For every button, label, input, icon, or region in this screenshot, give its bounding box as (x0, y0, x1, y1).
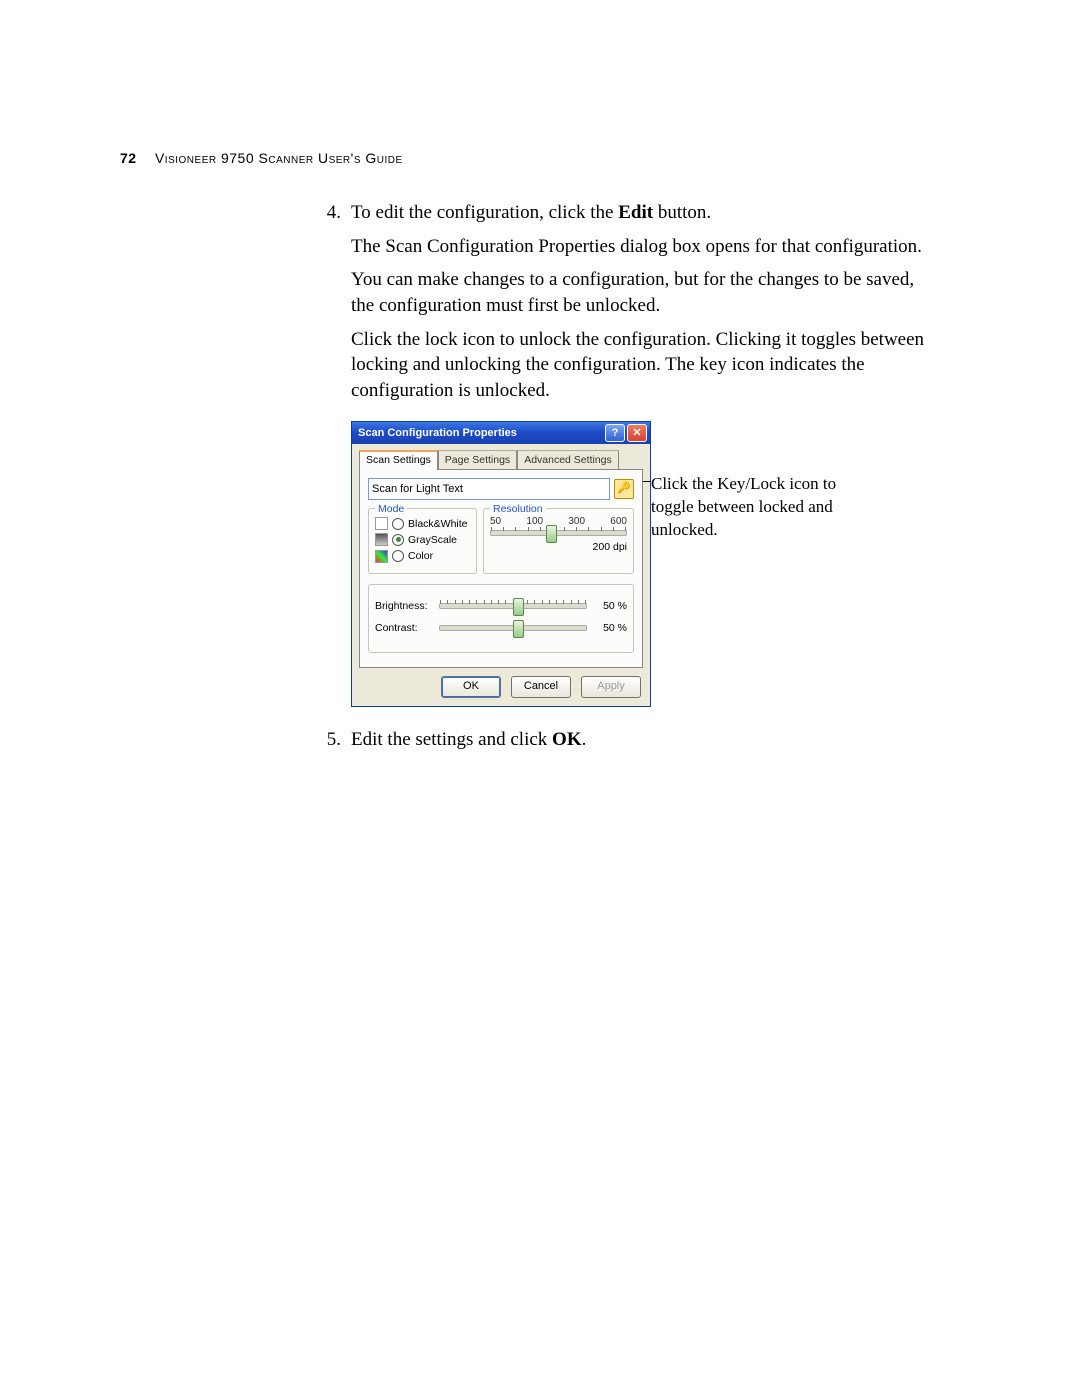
step-4-para3: You can make changes to a configuration,… (351, 267, 935, 318)
radio-icon (392, 534, 404, 546)
close-button[interactable]: ✕ (627, 424, 647, 442)
contrast-thumb[interactable] (513, 620, 524, 638)
radio-icon (392, 550, 404, 562)
tab-bar: Scan Settings Page Settings Advanced Set… (359, 450, 643, 469)
resolution-group: Resolution 50 100 300 600 (483, 508, 634, 575)
radio-icon (392, 518, 404, 530)
contrast-value: 50 % (593, 621, 627, 635)
callout-text: Click the Key/Lock icon to toggle betwee… (651, 474, 836, 539)
brightness-contrast-group: Brightness: 50 % (368, 584, 634, 652)
step-4-para4: Click the lock icon to unlock the config… (351, 327, 935, 404)
resolution-thumb[interactable] (546, 525, 557, 543)
grayscale-icon (375, 533, 388, 546)
dialog-title: Scan Configuration Properties (358, 426, 603, 441)
tab-advanced-settings[interactable]: Advanced Settings (517, 450, 619, 469)
resolution-slider[interactable] (490, 530, 627, 536)
mode-bw-option[interactable]: Black&White (375, 517, 470, 531)
apply-button: Apply (581, 676, 641, 698)
lock-callout: Click the Key/Lock icon to toggle betwee… (651, 421, 841, 542)
ok-button[interactable]: OK (441, 676, 501, 698)
mode-grayscale-option[interactable]: GrayScale (375, 533, 470, 547)
step-4-para2: The Scan Configuration Properties dialog… (351, 234, 935, 260)
help-icon: ? (612, 426, 619, 441)
resolution-value: 200 dpi (490, 540, 627, 554)
page-header: 72 Visioneer 9750 Scanner User's Guide (120, 150, 403, 166)
step-5-number: 5. (315, 727, 351, 753)
step-4-line1: To edit the configuration, click the Edi… (351, 200, 935, 226)
tab-scan-settings[interactable]: Scan Settings (359, 450, 438, 469)
bw-icon (375, 517, 388, 530)
dialog-titlebar[interactable]: Scan Configuration Properties ? ✕ (352, 422, 650, 444)
tab-page-settings[interactable]: Page Settings (438, 450, 517, 469)
resolution-legend: Resolution (490, 502, 546, 516)
guide-title: Visioneer 9750 Scanner User's Guide (155, 150, 403, 166)
step-4-number: 4. (315, 200, 351, 760)
help-button[interactable]: ? (605, 424, 625, 442)
mode-color-option[interactable]: Color (375, 549, 470, 563)
step-5: 5. Edit the settings and click OK. (351, 727, 935, 753)
step-5-text: Edit the settings and click OK. (351, 727, 935, 753)
brightness-slider[interactable] (439, 603, 587, 609)
step-4: 4. To edit the configuration, click the … (315, 200, 935, 760)
lock-toggle-icon[interactable]: 🔑 (614, 479, 634, 499)
brightness-label: Brightness: (375, 599, 433, 613)
brightness-value: 50 % (593, 599, 627, 613)
contrast-slider[interactable] (439, 625, 587, 631)
page-number: 72 (120, 150, 137, 166)
scan-config-dialog: Scan Configuration Properties ? ✕ Scan S… (351, 421, 651, 706)
color-icon (375, 550, 388, 563)
close-icon: ✕ (632, 426, 641, 441)
config-name-input[interactable] (368, 478, 610, 500)
resolution-ticks: 50 100 300 600 (490, 515, 627, 529)
brightness-thumb[interactable] (513, 598, 524, 616)
contrast-label: Contrast: (375, 621, 433, 635)
cancel-button[interactable]: Cancel (511, 676, 571, 698)
mode-legend: Mode (375, 502, 407, 516)
mode-group: Mode Black&White (368, 508, 477, 575)
